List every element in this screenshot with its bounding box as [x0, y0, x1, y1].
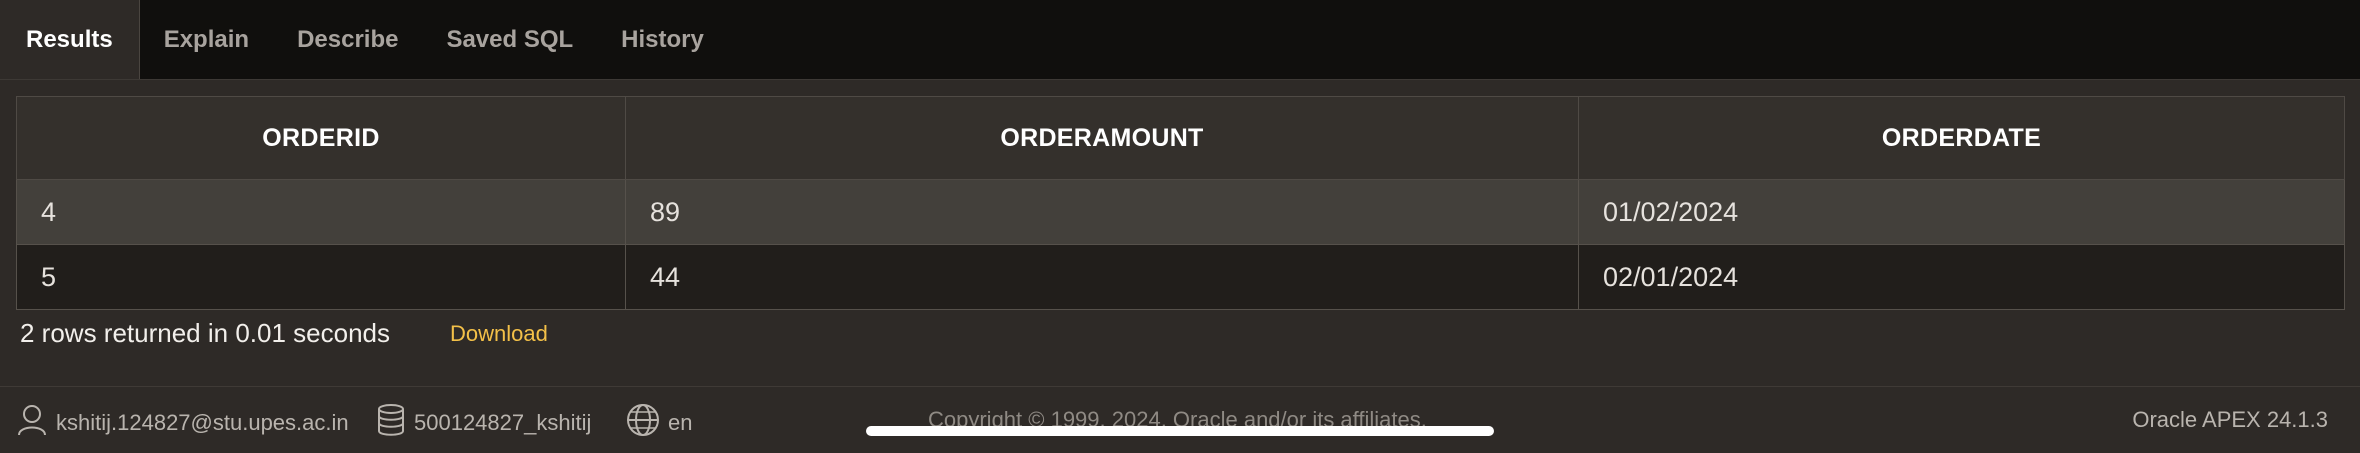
tab-results[interactable]: Results	[0, 0, 140, 79]
tab-saved-sql[interactable]: Saved SQL	[422, 0, 597, 79]
footer-language[interactable]: en	[626, 403, 692, 443]
database-icon	[376, 403, 414, 443]
user-icon	[16, 403, 56, 443]
table-header-row: ORDERID ORDERAMOUNT ORDERDATE	[16, 96, 2345, 180]
column-header-orderamount[interactable]: ORDERAMOUNT	[625, 96, 1579, 180]
home-indicator[interactable]	[866, 426, 1494, 436]
globe-icon	[626, 403, 668, 443]
footer-language-label: en	[668, 410, 693, 435]
apex-version: Oracle APEX 24.1.3	[2132, 407, 2328, 432]
table-row: 5 44 02/01/2024	[16, 244, 2345, 310]
column-header-orderid[interactable]: ORDERID	[16, 96, 626, 180]
cell-orderid: 4	[16, 179, 626, 245]
cell-orderid: 5	[16, 244, 626, 310]
cell-orderamount: 44	[625, 244, 1579, 310]
footer-user-label: kshitij.124827@stu.upes.ac.in	[56, 410, 349, 435]
tab-describe[interactable]: Describe	[273, 0, 422, 79]
download-link[interactable]: Download	[450, 321, 548, 347]
cell-orderdate: 01/02/2024	[1578, 179, 2345, 245]
tab-bar: Results Explain Describe Saved SQL Histo…	[0, 0, 2360, 80]
cell-orderamount: 89	[625, 179, 1579, 245]
footer: kshitij.124827@stu.upes.ac.in 500124827_…	[0, 386, 2360, 453]
footer-user[interactable]: kshitij.124827@stu.upes.ac.in	[16, 403, 349, 443]
column-header-orderdate[interactable]: ORDERDATE	[1578, 96, 2345, 180]
footer-schema-label: 500124827_kshitij	[414, 410, 592, 435]
tab-history[interactable]: History	[597, 0, 728, 79]
results-panel: ORDERID ORDERAMOUNT ORDERDATE 4 89 01/02…	[16, 96, 2345, 310]
results-table: ORDERID ORDERAMOUNT ORDERDATE 4 89 01/02…	[16, 96, 2345, 310]
cell-orderdate: 02/01/2024	[1578, 244, 2345, 310]
footer-schema[interactable]: 500124827_kshitij	[376, 403, 591, 443]
rows-returned-text: 2 rows returned in 0.01 seconds	[20, 318, 390, 348]
tab-explain[interactable]: Explain	[140, 0, 273, 79]
table-row: 4 89 01/02/2024	[16, 179, 2345, 245]
results-status: 2 rows returned in 0.01 seconds Download	[20, 318, 548, 349]
